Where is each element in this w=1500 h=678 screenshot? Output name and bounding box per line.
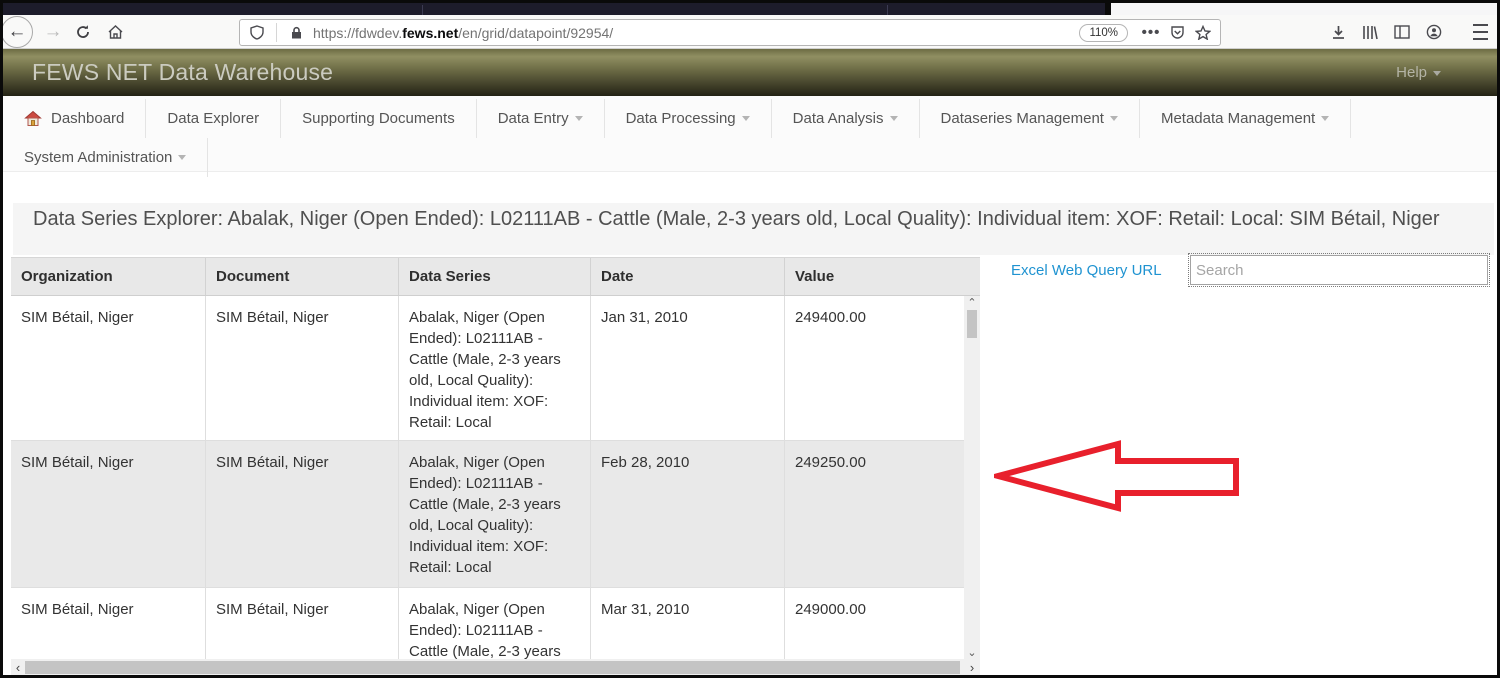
main-nav: Dashboard Data Explorer Supporting Docum…	[3, 96, 1497, 172]
chevron-down-icon	[742, 116, 750, 121]
excel-web-query-link[interactable]: Excel Web Query URL	[1011, 262, 1162, 279]
nav-label: Metadata Management	[1161, 110, 1315, 127]
chevron-down-icon	[1110, 116, 1118, 121]
back-button[interactable]: ←	[1, 16, 33, 48]
table-row[interactable]: SIM Bétail, Niger SIM Bétail, Niger Abal…	[11, 441, 980, 588]
tracking-shield-icon[interactable]	[244, 20, 270, 46]
column-header-date[interactable]: Date	[591, 258, 785, 295]
vertical-scroll-thumb[interactable]	[967, 310, 977, 338]
page-title: Data Series Explorer: Abalak, Niger (Ope…	[13, 203, 1494, 232]
nav-item-dashboard[interactable]: Dashboard	[3, 99, 146, 138]
grid-body: SIM Bétail, Niger SIM Bétail, Niger Abal…	[11, 296, 980, 659]
nav-item-dataseries-management[interactable]: Dataseries Management	[920, 99, 1140, 138]
cell-data-series: Abalak, Niger (Open Ended): L02111AB - C…	[399, 588, 591, 659]
chevron-down-icon	[1433, 71, 1441, 76]
nav-item-supporting-documents[interactable]: Supporting Documents	[281, 99, 477, 138]
cell-date: Feb 28, 2010	[591, 441, 785, 587]
cell-value: 249400.00	[785, 296, 964, 440]
forward-arrow-icon: →	[44, 21, 63, 43]
column-header-data-series[interactable]: Data Series	[399, 258, 591, 295]
cell-date: Jan 31, 2010	[591, 296, 785, 440]
column-header-value[interactable]: Value	[785, 258, 980, 295]
sidebar-toggle-icon[interactable]	[1389, 19, 1415, 45]
nav-label: Data Analysis	[793, 110, 884, 127]
cell-data-series: Abalak, Niger (Open Ended): L02111AB - C…	[399, 441, 591, 587]
home-icon	[107, 24, 124, 40]
scroll-down-icon[interactable]: ⌄	[964, 646, 980, 659]
nav-label: System Administration	[24, 149, 172, 166]
nav-label: Dataseries Management	[941, 110, 1104, 127]
tab-strip-light-area	[1105, 3, 1497, 15]
pocket-icon[interactable]	[1164, 20, 1190, 46]
help-menu[interactable]: Help	[1396, 64, 1441, 81]
url-text[interactable]: https://fdwdev.fews.net/en/grid/datapoin…	[313, 25, 613, 41]
nav-item-data-entry[interactable]: Data Entry	[477, 99, 605, 138]
chevron-down-icon	[1321, 116, 1329, 121]
chevron-down-icon	[575, 116, 583, 121]
app-title: FEWS NET Data Warehouse	[32, 59, 333, 86]
downloads-icon[interactable]	[1325, 19, 1351, 45]
page-actions-icon[interactable]: •••	[1138, 20, 1164, 46]
cell-organization: SIM Bétail, Niger	[11, 296, 206, 440]
cell-value: 249250.00	[785, 441, 964, 587]
datapoint-grid: Organization Document Data Series Date V…	[11, 257, 980, 676]
search-input[interactable]	[1190, 255, 1488, 285]
horizontal-scrollbar[interactable]: ‹ ›	[11, 659, 980, 676]
nav-item-system-administration[interactable]: System Administration	[3, 138, 208, 177]
nav-label: Supporting Documents	[302, 110, 455, 127]
dashboard-home-icon	[24, 110, 42, 127]
cell-organization: SIM Bétail, Niger	[11, 441, 206, 587]
menu-hamburger-icon[interactable]	[1467, 19, 1493, 45]
tab-separator	[422, 5, 423, 15]
chevron-down-icon	[178, 155, 186, 160]
back-arrow-icon: ←	[8, 21, 27, 43]
nav-item-data-processing[interactable]: Data Processing	[605, 99, 772, 138]
home-button[interactable]	[101, 18, 129, 46]
app-header: FEWS NET Data Warehouse Help	[3, 49, 1497, 96]
nav-label: Dashboard	[51, 110, 124, 127]
cell-document: SIM Bétail, Niger	[206, 441, 399, 587]
scroll-right-icon[interactable]: ›	[965, 660, 979, 675]
chevron-down-icon	[890, 116, 898, 121]
page-title-band: Data Series Explorer: Abalak, Niger (Ope…	[13, 203, 1494, 255]
cell-document: SIM Bétail, Niger	[206, 588, 399, 659]
nav-item-metadata-management[interactable]: Metadata Management	[1140, 99, 1351, 138]
reload-button[interactable]	[69, 18, 97, 46]
nav-label: Data Entry	[498, 110, 569, 127]
browser-tab-strip	[3, 3, 1497, 15]
vertical-scrollbar[interactable]: ⌃ ⌄	[964, 296, 980, 659]
bookmark-star-icon[interactable]	[1190, 20, 1216, 46]
scroll-up-icon[interactable]: ⌃	[964, 296, 980, 309]
cell-data-series: Abalak, Niger (Open Ended): L02111AB - C…	[399, 296, 591, 440]
account-icon[interactable]	[1421, 19, 1447, 45]
cell-value: 249000.00	[785, 588, 964, 659]
grid-header-row: Organization Document Data Series Date V…	[11, 257, 980, 296]
column-header-organization[interactable]: Organization	[11, 258, 206, 295]
tab-separator	[887, 5, 888, 15]
column-header-document[interactable]: Document	[206, 258, 399, 295]
horizontal-scroll-thumb[interactable]	[25, 661, 960, 674]
reload-icon	[75, 24, 91, 40]
nav-label: Data Explorer	[167, 110, 259, 127]
forward-button[interactable]: →	[39, 18, 67, 46]
scroll-left-icon[interactable]: ‹	[11, 660, 25, 675]
library-icon[interactable]	[1357, 19, 1383, 45]
table-row[interactable]: SIM Bétail, Niger SIM Bétail, Niger Abal…	[11, 588, 980, 659]
nav-label: Data Processing	[626, 110, 736, 127]
table-row[interactable]: SIM Bétail, Niger SIM Bétail, Niger Abal…	[11, 296, 980, 441]
cell-organization: SIM Bétail, Niger	[11, 588, 206, 659]
zoom-level-badge[interactable]: 110%	[1079, 24, 1128, 42]
url-bar[interactable]: https://fdwdev.fews.net/en/grid/datapoin…	[239, 19, 1221, 46]
lock-icon[interactable]	[283, 20, 309, 46]
cell-date: Mar 31, 2010	[591, 588, 785, 659]
nav-item-data-explorer[interactable]: Data Explorer	[146, 99, 281, 138]
screenshot-frame: ← → https://fdwdev.fews.net/en/grid/data…	[0, 0, 1500, 678]
cell-document: SIM Bétail, Niger	[206, 296, 399, 440]
browser-toolbar: ← → https://fdwdev.fews.net/en/grid/data…	[3, 15, 1497, 49]
nav-item-data-analysis[interactable]: Data Analysis	[772, 99, 920, 138]
urlbar-separator	[276, 23, 277, 42]
annotation-arrow-left	[994, 440, 1242, 512]
